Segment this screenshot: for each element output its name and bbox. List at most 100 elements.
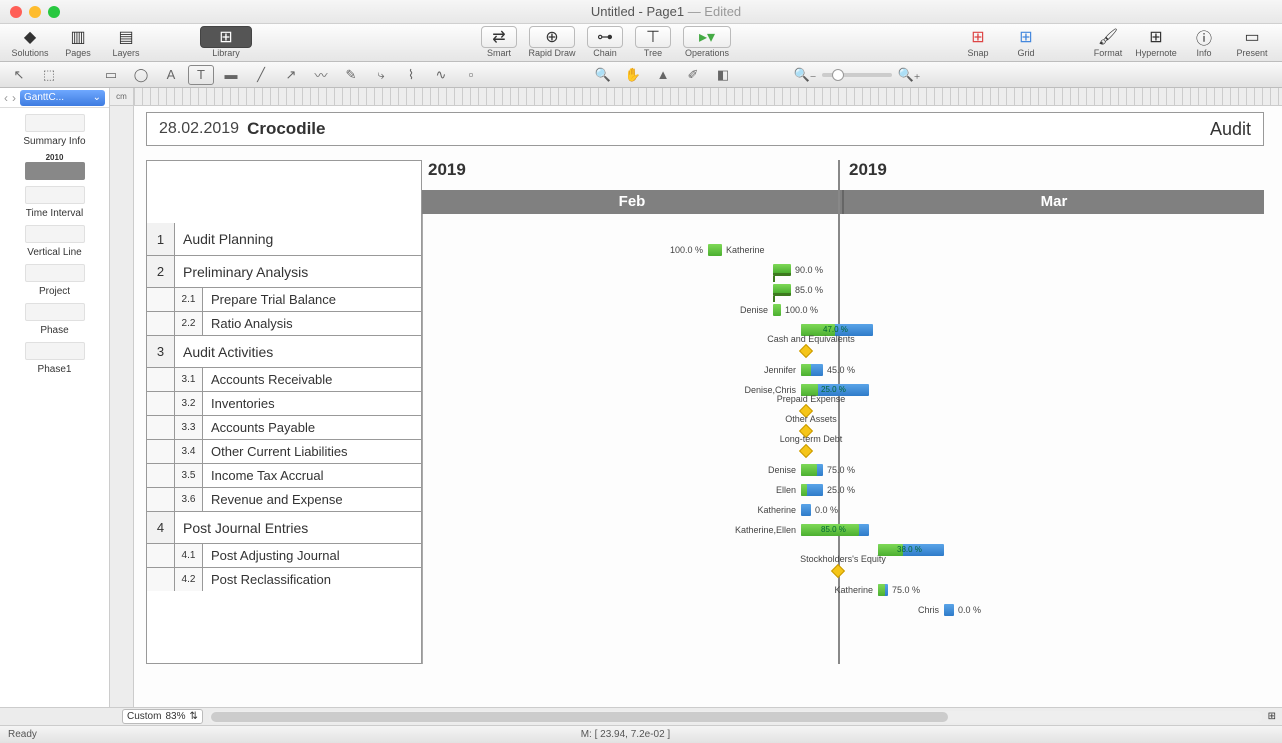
task-row[interactable]: 4.2Post Reclassification [147, 567, 421, 591]
library-item[interactable]: Summary Info [4, 114, 105, 147]
insert-tool[interactable]: ▫ [458, 65, 484, 85]
gantt-bar[interactable] [773, 304, 781, 316]
bar-label-right: 0.0 % [815, 505, 838, 515]
status-text: Ready [8, 729, 37, 740]
hypernote-button[interactable]: ⊞Hypernote [1134, 26, 1178, 58]
library-item[interactable]: Phase [4, 303, 105, 336]
task-row[interactable]: 2.2Ratio Analysis [147, 311, 421, 335]
zoom-out-button[interactable]: 🔍₋ [792, 65, 818, 85]
ellipse-tool[interactable]: ◯ [128, 65, 154, 85]
pen-tool[interactable]: ✎ [338, 65, 364, 85]
connector-tool[interactable]: ⤷ [368, 65, 394, 85]
grid-toggle-icon[interactable]: ⊞ [1268, 711, 1276, 722]
task-row[interactable]: 3Audit Activities [147, 335, 421, 367]
rect-tool[interactable]: ▭ [98, 65, 124, 85]
stamp-tool[interactable]: ▲ [650, 65, 676, 85]
library-item[interactable]: Phase1 [4, 342, 105, 375]
close-icon[interactable] [10, 6, 22, 18]
bar-label-right: 75.0 % [827, 465, 855, 475]
main-toolbar: ◆Solutions ▥Pages ▤Layers ⊞Library ⇄Smar… [0, 24, 1282, 62]
library-panel: ‹ › GanttC...⌄ Summary Info 2010 Time Inte… [0, 88, 110, 707]
bar-label-left: Katherine [757, 505, 796, 515]
note-tool[interactable]: ▬ [218, 65, 244, 85]
dropper-tool[interactable]: ✐ [680, 65, 706, 85]
status-bar: Ready M: [ 23.94, 7.2e-02 ] [0, 725, 1282, 743]
pan-tool[interactable]: ✋ [620, 65, 646, 85]
task-table: 1Audit Planning2Preliminary Analysis2.1P… [146, 160, 422, 664]
zoom-icon[interactable] [48, 6, 60, 18]
library-item[interactable]: Vertical Line [4, 225, 105, 258]
task-row[interactable]: 2.1Prepare Trial Balance [147, 287, 421, 311]
smart-button[interactable]: ⇄Smart [477, 26, 521, 58]
bar-label-left: Katherine,Ellen [735, 525, 796, 535]
pages-button[interactable]: ▥Pages [56, 26, 100, 58]
info-button[interactable]: ⓘInfo [1182, 26, 1226, 58]
grid-button[interactable]: ⊞Grid [1004, 26, 1048, 58]
task-row[interactable]: 3.1Accounts Receivable [147, 367, 421, 391]
zoom-bar: Custom 83% ⇅ ⊞ [0, 707, 1282, 725]
zoom-in-tool[interactable]: 🔍 [590, 65, 616, 85]
nav-back-icon[interactable]: ‹ [4, 91, 8, 105]
bar-label-left: Katherine [834, 585, 873, 595]
horizontal-scrollbar[interactable] [209, 711, 1262, 723]
zoom-selector[interactable]: Custom 83% ⇅ [122, 709, 203, 724]
present-button[interactable]: ▭Present [1230, 26, 1274, 58]
marquee-tool[interactable]: ⬚ [36, 65, 62, 85]
line-tool[interactable]: ╱ [248, 65, 274, 85]
progress-label: 47.0 % [823, 325, 848, 334]
gantt-bar[interactable] [708, 244, 722, 256]
canvas[interactable]: 28.02.2019 Crocodile Audit 1Audit Planni… [134, 106, 1282, 707]
freehand-tool[interactable]: ∿ [428, 65, 454, 85]
milestone-label: Prepaid Expense [761, 394, 861, 404]
bar-label-left: Chris [918, 605, 939, 615]
zoom-in-button[interactable]: 🔍₊ [896, 65, 922, 85]
gantt-bar[interactable] [944, 604, 954, 616]
pointer-tool[interactable]: ↖ [6, 65, 32, 85]
library-item[interactable]: Time Interval [4, 186, 105, 219]
snap-button[interactable]: ⊞Snap [956, 26, 1000, 58]
gantt-bar[interactable] [773, 284, 791, 296]
minimize-icon[interactable] [29, 6, 41, 18]
task-row[interactable]: 3.5Income Tax Accrual [147, 463, 421, 487]
library-item[interactable]: 2010 [4, 153, 105, 180]
gantt-bar[interactable] [801, 504, 811, 516]
layers-button[interactable]: ▤Layers [104, 26, 148, 58]
bar-label-right: 100.0 % [785, 305, 818, 315]
format-button[interactable]: 🖌Format [1086, 26, 1130, 58]
task-row[interactable]: 3.3Accounts Payable [147, 415, 421, 439]
library-item[interactable]: Project [4, 264, 105, 297]
tree-button[interactable]: ⊤Tree [631, 26, 675, 58]
nav-fwd-icon[interactable]: › [12, 91, 16, 105]
chain-button[interactable]: ⊶Chain [583, 26, 627, 58]
library-button[interactable]: ⊞Library [196, 26, 256, 58]
milestone-label: Other Assets [761, 414, 861, 424]
arrow-tool[interactable]: ↗ [278, 65, 304, 85]
gantt-bar[interactable] [773, 264, 791, 276]
task-row[interactable]: 2Preliminary Analysis [147, 255, 421, 287]
milestone-diamond[interactable] [799, 444, 813, 458]
task-row[interactable]: 3.2Inventories [147, 391, 421, 415]
milestone-label: Stockholders's Equity [793, 554, 893, 564]
library-selector[interactable]: GanttC...⌄ [20, 90, 105, 106]
gantt-progress [801, 364, 811, 376]
zoom-slider[interactable] [822, 73, 892, 77]
task-row[interactable]: 4Post Journal Entries [147, 511, 421, 543]
text-tool[interactable]: A [158, 65, 184, 85]
solutions-button[interactable]: ◆Solutions [8, 26, 52, 58]
gantt-progress [801, 464, 817, 476]
task-row[interactable]: 1Audit Planning [147, 223, 421, 255]
gantt-chart: 20192019 FebMar 100.0 %Katherine90.0 %85… [422, 160, 1264, 664]
eraser-tool[interactable]: ◧ [710, 65, 736, 85]
task-row[interactable]: 3.6Revenue and Expense [147, 487, 421, 511]
textbox-tool[interactable]: T [188, 65, 214, 85]
rapid-draw-button[interactable]: ⊕Rapid Draw [525, 26, 579, 58]
progress-label: 85.0 % [821, 525, 846, 534]
operations-button[interactable]: ▸▾Operations [679, 26, 735, 58]
curve-tool[interactable]: 〰 [308, 65, 334, 85]
task-row[interactable]: 3.4Other Current Liabilities [147, 439, 421, 463]
task-row[interactable]: 4.1Post Adjusting Journal [147, 543, 421, 567]
milestone-diamond[interactable] [799, 344, 813, 358]
milestone-diamond[interactable] [831, 564, 845, 578]
bezier-tool[interactable]: ⌇ [398, 65, 424, 85]
progress-label: 25.0 % [821, 385, 846, 394]
